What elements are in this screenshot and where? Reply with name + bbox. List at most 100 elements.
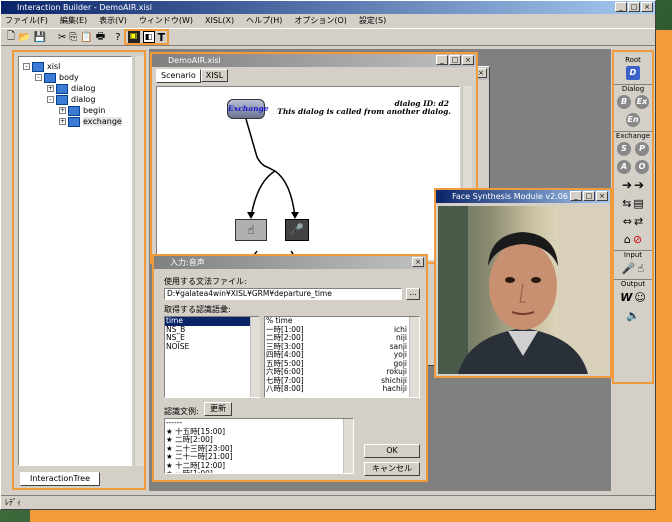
- script-icon[interactable]: ▤: [633, 197, 643, 210]
- close-button[interactable]: ×: [412, 257, 424, 267]
- menu-window[interactable]: ウィンドウ(W): [139, 16, 193, 25]
- par-icon[interactable]: P: [635, 142, 649, 156]
- text-output-icon[interactable]: W: [620, 291, 632, 304]
- maximize-button[interactable]: □: [628, 2, 640, 12]
- palette-output-label: Output: [614, 279, 652, 288]
- vocab-list[interactable]: time NS_B NS_E NOISE: [164, 316, 260, 398]
- example-list: ------ ★ 十五時[15:00] ★ 二時[2:00] ★ 二十三時[23:00…: [164, 418, 354, 474]
- voice-input-dialog: 入力:音声 × 使用する文法ファイル: D:¥galatea4win¥XISL¥…: [152, 254, 428, 482]
- toolbar: 🗋 📂 💾 ✂ ⎘ 📋 🖶? ▣ ◧ T: [1, 28, 655, 46]
- close-button[interactable]: ×: [641, 2, 653, 12]
- example-label: 認識文例:: [164, 407, 199, 416]
- menu-settings[interactable]: 設定(S): [359, 16, 386, 25]
- menu-help[interactable]: ヘルプ(H): [246, 16, 282, 25]
- exit-icon[interactable]: ⇆: [622, 197, 631, 210]
- new-icon[interactable]: 🗋: [7, 29, 15, 46]
- operation-icon[interactable]: O: [635, 160, 649, 174]
- join-icon[interactable]: ⇄: [634, 215, 643, 228]
- face-tool-icon[interactable]: ◧: [142, 31, 155, 43]
- home-icon[interactable]: ⌂: [624, 233, 631, 246]
- palette-root-label: Root: [625, 56, 641, 64]
- minimize-button[interactable]: _: [570, 191, 582, 201]
- folder-icon: [44, 72, 56, 83]
- minimize-button[interactable]: _: [436, 55, 448, 65]
- orange-band-right: [656, 30, 672, 522]
- tree-node-dialog-2[interactable]: - dialog: [23, 94, 127, 105]
- scenario-canvas: dialog ID: d2 This dialog is called from…: [156, 86, 460, 260]
- status-text: ﾚﾃﾞｨ: [5, 498, 21, 507]
- grammar-scrollbar[interactable]: [409, 317, 419, 397]
- touch-input-node[interactable]: ☝: [235, 219, 267, 241]
- tree-node-xisl[interactable]: - xisl: [23, 61, 127, 72]
- doc-tabs: Scenario XISL: [152, 67, 476, 83]
- face-image: [438, 206, 608, 374]
- update-button[interactable]: 更新: [204, 402, 232, 416]
- grammar-path-field[interactable]: D:¥galatea4win¥XISL¥GRM¥departure_time: [164, 288, 402, 300]
- folder-icon: [32, 61, 44, 72]
- maximize-button[interactable]: □: [449, 55, 461, 65]
- split-icon[interactable]: ⇔: [623, 215, 632, 228]
- goto-arrow-icon[interactable]: ➔: [622, 178, 632, 192]
- palette-exchange-label: Exchange: [614, 131, 652, 140]
- mic-icon[interactable]: 🎤: [622, 262, 636, 275]
- begin-icon[interactable]: B: [617, 95, 631, 109]
- cancel-button[interactable]: キャンセル: [364, 462, 420, 476]
- grammar-label: 使用する文法ファイル:: [164, 277, 247, 286]
- scenario-tool-icon[interactable]: ▣: [127, 31, 140, 43]
- browse-button[interactable]: ...: [406, 288, 420, 300]
- open-icon[interactable]: 📂: [18, 32, 30, 43]
- main-titlebar: Interaction Builder - DemoAIR.xisl _ □ ×: [1, 1, 655, 14]
- face-view: [438, 206, 608, 374]
- help-icon[interactable]: ?: [115, 32, 120, 43]
- menu-view[interactable]: 表示(V): [99, 16, 127, 25]
- tree-node-begin[interactable]: + begin: [23, 105, 127, 116]
- vocab-item[interactable]: NOISE: [165, 342, 259, 352]
- ok-button[interactable]: OK: [364, 444, 420, 458]
- seq-icon[interactable]: S: [617, 142, 631, 156]
- menu-option[interactable]: オプション(O): [294, 16, 347, 25]
- tree-node-body[interactable]: - body: [23, 72, 127, 83]
- vocab-scrollbar[interactable]: [250, 317, 260, 397]
- root-icon[interactable]: D: [626, 66, 640, 80]
- tree-node-dialog-1[interactable]: + dialog: [23, 83, 127, 94]
- save-icon[interactable]: 💾: [34, 32, 46, 43]
- input-dialog-title: 入力:音声: [170, 258, 205, 267]
- pointer-icon[interactable]: ☝: [638, 262, 645, 275]
- example-scrollbar[interactable]: [343, 419, 353, 473]
- paste-icon[interactable]: 📋: [80, 32, 92, 43]
- print-icon[interactable]: 🖶: [96, 29, 105, 46]
- toolbar-highlight: ▣ ◧ T: [123, 29, 170, 45]
- grammar-list[interactable]: % time 一時[1:00] ichi 二時[2:00] niji 三時[3:00] sa…: [264, 316, 420, 398]
- alt-icon[interactable]: A: [617, 160, 631, 174]
- menu-edit[interactable]: 編集(E): [60, 16, 87, 25]
- tree-scrollbar[interactable]: [134, 56, 144, 466]
- minimize-button[interactable]: _: [615, 2, 627, 12]
- microphone-input-node[interactable]: 🎤: [285, 219, 309, 241]
- grammar-entry: 八時[8:00]: [266, 384, 304, 393]
- maximize-button[interactable]: □: [583, 191, 595, 201]
- tab-xisl[interactable]: XISL: [200, 69, 229, 82]
- tree-node-exchange[interactable]: + exchange: [23, 116, 127, 127]
- agent-face-icon[interactable]: ☺: [634, 291, 645, 304]
- folder-icon: [68, 105, 80, 116]
- menu-file[interactable]: ファイル(F): [5, 16, 48, 25]
- exchange-small-icon[interactable]: Ex: [635, 95, 649, 109]
- call-arrow-icon[interactable]: ➔: [634, 178, 644, 192]
- tab-scenario[interactable]: Scenario: [156, 69, 201, 83]
- speaker-icon[interactable]: 🔈: [626, 309, 640, 322]
- menu-bar: ファイル(F) 編集(E) 表示(V) ウィンドウ(W) XISL(X) ヘルプ(H) オプ…: [1, 14, 655, 28]
- doc-window-title: DemoAIR.xisl: [168, 56, 221, 65]
- folder-icon: [68, 116, 80, 127]
- cut-icon[interactable]: ✂: [58, 32, 66, 43]
- copy-icon[interactable]: ⎘: [69, 32, 77, 43]
- text-tool-icon[interactable]: T: [158, 31, 166, 44]
- tab-interactiontree[interactable]: InteractionTree: [20, 472, 100, 486]
- stop-icon[interactable]: ⊘: [633, 233, 642, 246]
- end-icon[interactable]: En: [626, 113, 640, 127]
- menu-xisl[interactable]: XISL(X): [205, 16, 234, 25]
- scenario-window: DemoAIR.xisl _ □ × Scenario XISL dialog ID…: [150, 52, 478, 264]
- folder-icon: [56, 83, 68, 94]
- close-button[interactable]: ×: [462, 55, 474, 65]
- close-button[interactable]: ×: [596, 191, 608, 201]
- palette-dialog-label: Dialog: [614, 84, 652, 93]
